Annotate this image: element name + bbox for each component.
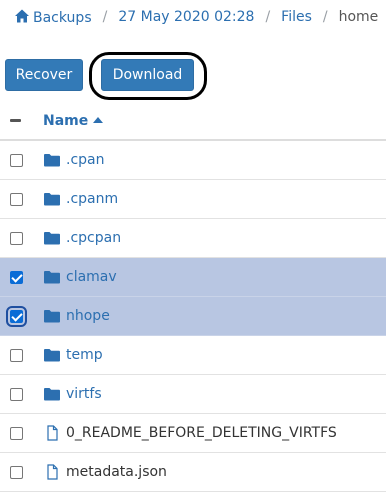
folder-icon: [44, 154, 60, 167]
recover-button[interactable]: Recover: [5, 59, 83, 91]
folder-name[interactable]: clamav: [66, 269, 117, 285]
file-list: .cpan .cpanm .cpcpan clamav nhope temp virtfs 0…: [0, 141, 386, 492]
table-row[interactable]: temp: [0, 336, 386, 375]
folder-name[interactable]: temp: [66, 347, 103, 363]
breadcrumb-files-link[interactable]: Files: [281, 9, 312, 25]
row-checkbox[interactable]: [10, 271, 23, 284]
file-icon: [47, 425, 58, 441]
table-row[interactable]: metadata.json: [0, 453, 386, 492]
folder-icon: [44, 388, 60, 401]
table-row[interactable]: virtfs: [0, 375, 386, 414]
folder-name[interactable]: .cpan: [66, 152, 105, 168]
breadcrumb-date-link[interactable]: 27 May 2020 02:28: [118, 9, 254, 25]
row-checkbox[interactable]: [10, 232, 23, 245]
folder-name[interactable]: nhope: [66, 308, 110, 324]
row-checkbox[interactable]: [10, 466, 23, 479]
breadcrumb-current: home: [338, 9, 379, 25]
breadcrumb-separator: /: [102, 9, 108, 25]
folder-name[interactable]: .cpanm: [66, 191, 118, 207]
row-checkbox[interactable]: [10, 349, 23, 362]
download-button[interactable]: Download: [101, 59, 194, 91]
folder-name[interactable]: virtfs: [66, 386, 102, 402]
breadcrumb-backups-link[interactable]: Backups: [14, 8, 92, 26]
file-name[interactable]: 0_README_BEFORE_DELETING_VIRTFS: [66, 425, 337, 441]
folder-icon: [44, 193, 60, 206]
name-header-label: Name: [43, 113, 89, 129]
table-header: Name: [0, 102, 386, 141]
home-icon: [15, 9, 29, 23]
table-row[interactable]: nhope: [0, 297, 386, 336]
select-all-toggle[interactable]: [10, 119, 21, 122]
row-checkbox[interactable]: [10, 427, 23, 440]
folder-icon: [44, 310, 60, 323]
table-row[interactable]: .cpan: [0, 141, 386, 180]
breadcrumb: Backups / 27 May 2020 02:28 / Files / ho…: [0, 0, 386, 34]
table-row[interactable]: 0_README_BEFORE_DELETING_VIRTFS: [0, 414, 386, 453]
toolbar: Recover Download: [0, 52, 386, 102]
row-checkbox[interactable]: [10, 154, 23, 167]
breadcrumb-separator: /: [322, 9, 328, 25]
folder-icon: [44, 349, 60, 362]
table-row[interactable]: .cpcpan: [0, 219, 386, 258]
folder-icon: [44, 232, 60, 245]
table-row[interactable]: .cpanm: [0, 180, 386, 219]
sort-ascending-icon: [93, 117, 104, 123]
file-name[interactable]: metadata.json: [66, 464, 167, 480]
folder-name[interactable]: .cpcpan: [66, 230, 121, 246]
table-row[interactable]: clamav: [0, 258, 386, 297]
folder-icon: [44, 271, 60, 284]
breadcrumb-backups-label: Backups: [33, 10, 92, 26]
row-checkbox[interactable]: [10, 388, 23, 401]
name-column-header[interactable]: Name: [43, 113, 104, 129]
row-checkbox[interactable]: [10, 193, 23, 206]
file-icon: [47, 464, 58, 480]
breadcrumb-separator: /: [265, 9, 271, 25]
row-checkbox[interactable]: [6, 306, 27, 327]
